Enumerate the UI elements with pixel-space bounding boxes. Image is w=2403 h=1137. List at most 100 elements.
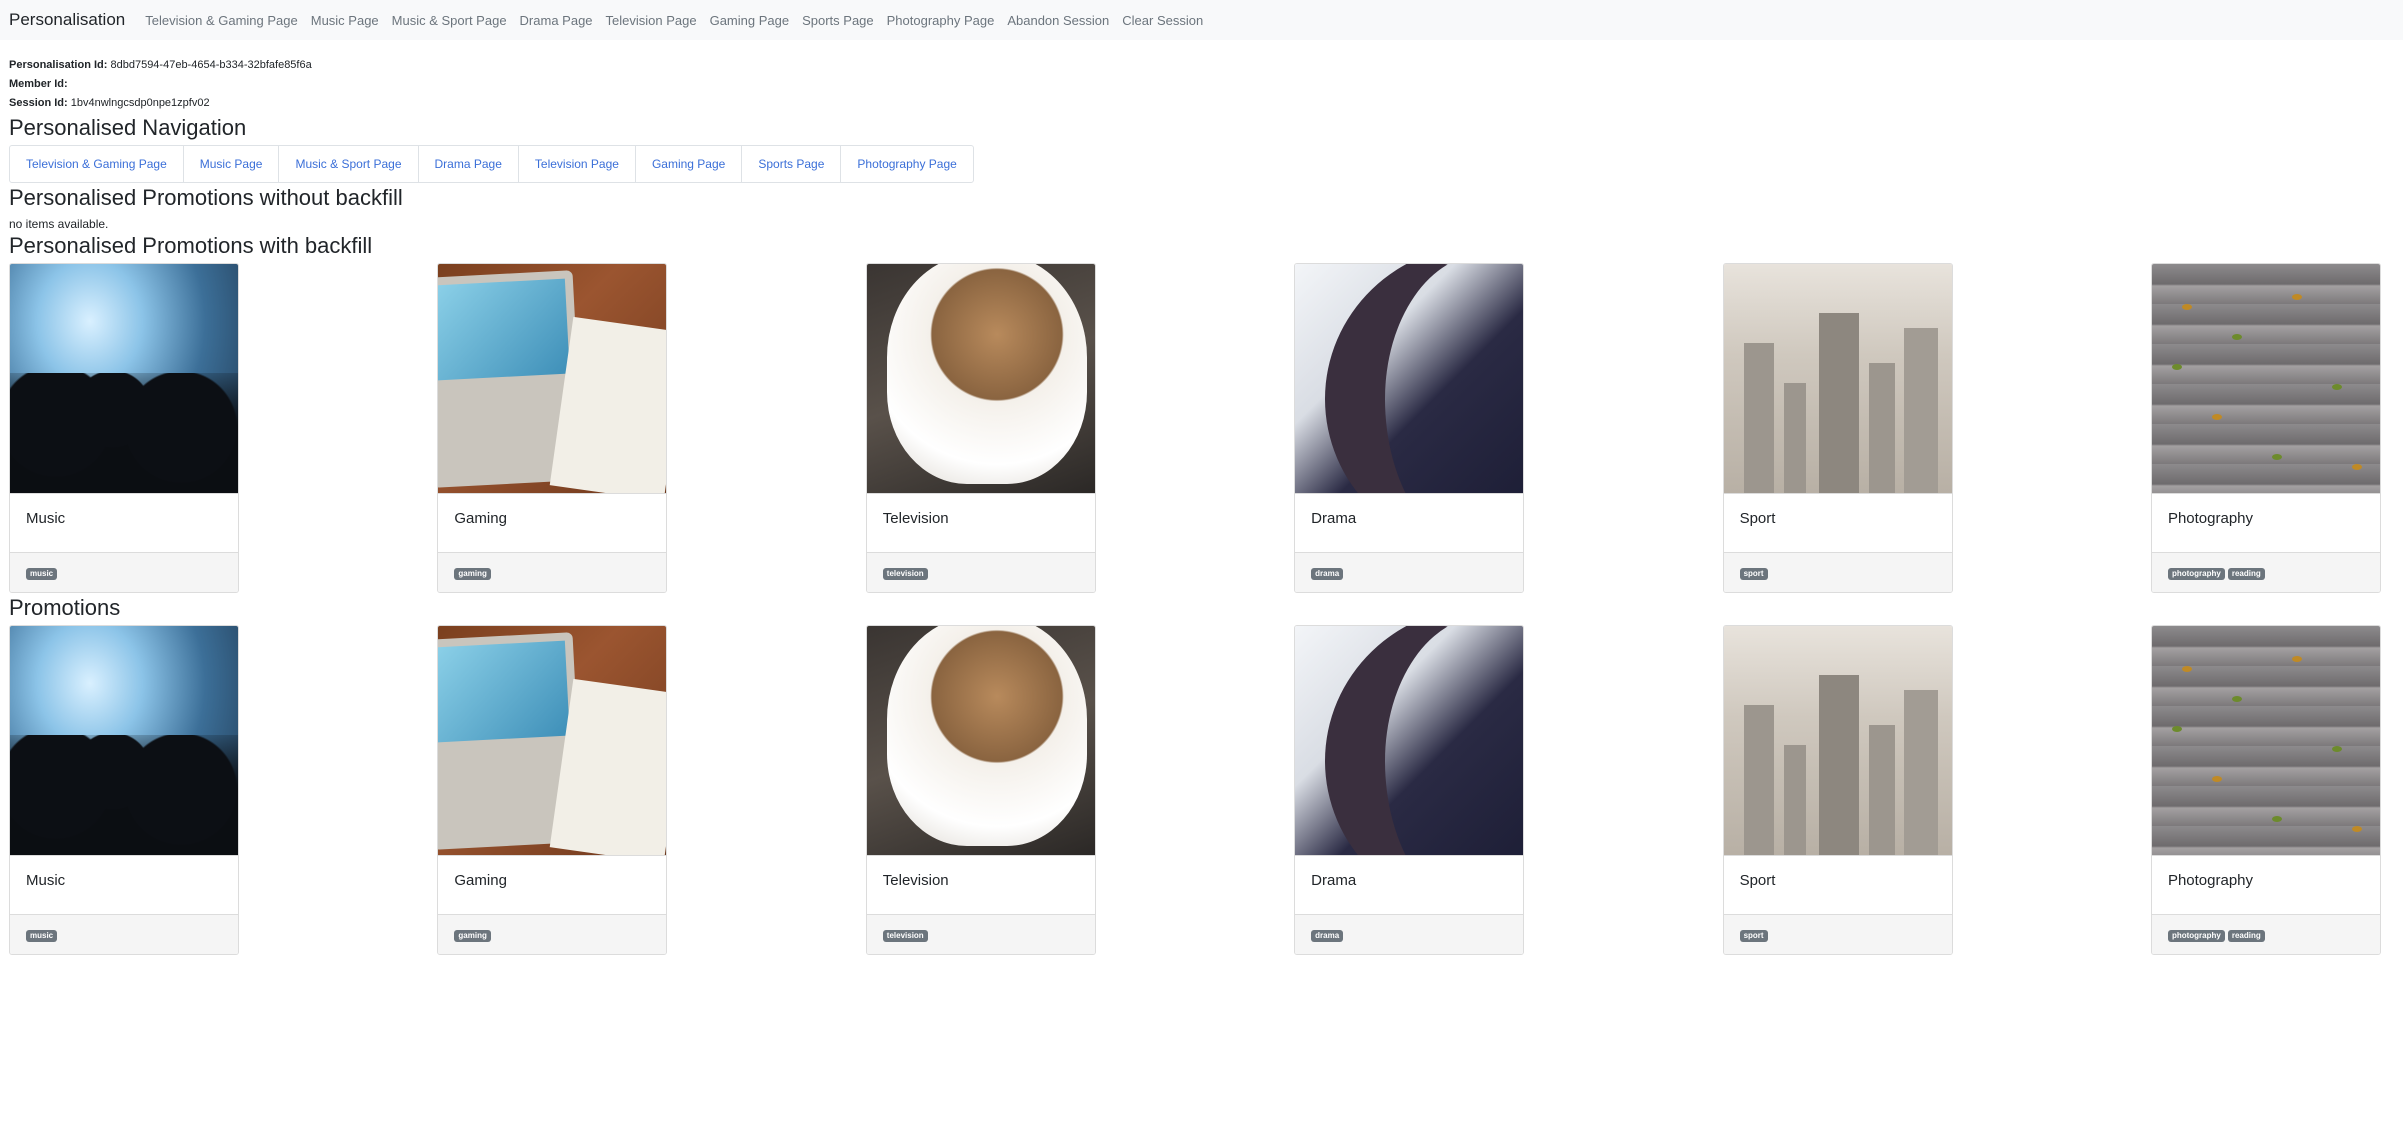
tag-badge: reading [2227, 930, 2265, 942]
promo-card-photography[interactable]: Photography photography reading [2150, 625, 2381, 955]
card-title: Photography [2151, 855, 2380, 914]
tag-badge: gaming [454, 568, 491, 580]
card-title: Sport [1723, 855, 1952, 914]
card-tags: gaming [438, 914, 667, 954]
personalisation-id-value: 8dbd7594-47eb-4654-b334-32bfafe85f6a [110, 59, 312, 71]
library-shelves-image [1295, 626, 1524, 855]
concert-crowd-image [10, 626, 238, 855]
promo-card-television[interactable]: Television television [865, 625, 1096, 955]
library-shelves-image [1295, 264, 1524, 493]
pn-link-music[interactable]: Music Page [182, 146, 279, 182]
card-title: Music [10, 855, 238, 914]
card-title: Photography [2151, 493, 2380, 552]
promotions-with-backfill-heading: Personalised Promotions with backfill [9, 233, 373, 258]
tag-badge: sport [1739, 568, 1768, 580]
nav-link-clear-session[interactable]: Clear Session [1122, 13, 1203, 28]
nav-link-music-sport[interactable]: Music & Sport Page [392, 13, 507, 28]
card-title: Television [866, 493, 1095, 552]
card-title: Gaming [438, 493, 667, 552]
bulldog-image [866, 264, 1095, 493]
card-title: Drama [1295, 855, 1524, 914]
member-id-label: Member Id: [9, 78, 68, 90]
card-tags: sport [1723, 914, 1952, 954]
pn-link-drama[interactable]: Drama Page [417, 146, 518, 182]
promo-card-photography[interactable]: Photography photography reading [2150, 263, 2381, 593]
tag-badge: drama [1311, 930, 1344, 942]
concert-crowd-image [10, 264, 238, 493]
wooden-deck-leaves-image [2151, 626, 2380, 855]
nav-link-television[interactable]: Television Page [606, 13, 697, 28]
card-tags: drama [1295, 914, 1524, 954]
promo-card-television[interactable]: Television television [865, 263, 1096, 593]
card-tags: television [866, 914, 1095, 954]
tag-badge: music [26, 568, 58, 580]
pn-link-television-gaming[interactable]: Television & Gaming Page [10, 146, 183, 182]
tag-badge: photography [2167, 568, 2225, 580]
pn-link-sports[interactable]: Sports Page [741, 146, 840, 182]
card-title: Music [10, 493, 238, 552]
nav-link-drama[interactable]: Drama Page [520, 13, 593, 28]
nav-link-television-gaming[interactable]: Television & Gaming Page [145, 13, 297, 28]
promotions-without-backfill-heading: Personalised Promotions without backfill [9, 185, 403, 210]
card-tags: gaming [438, 552, 667, 592]
session-id-row: Session Id: 1bv4nwlngcsdp0npe1zpfv02 [9, 94, 2394, 113]
card-tags: music [10, 914, 238, 954]
top-navbar: Personalisation Television & Gaming Page… [0, 0, 2403, 40]
laptop-desk-image [438, 626, 667, 855]
promo-card-music[interactable]: Music music [9, 263, 239, 593]
nav-link-abandon-session[interactable]: Abandon Session [1007, 13, 1109, 28]
tag-badge: gaming [454, 930, 491, 942]
tag-badge: television [882, 568, 928, 580]
promo-card-gaming[interactable]: Gaming gaming [437, 625, 668, 955]
pn-link-television[interactable]: Television Page [517, 146, 635, 182]
city-skyline-image [1723, 626, 1952, 855]
tag-badge: drama [1311, 568, 1344, 580]
bulldog-image [866, 626, 1095, 855]
session-info: Personalisation Id: 8dbd7594-47eb-4654-b… [9, 56, 2394, 113]
pn-link-music-sport[interactable]: Music & Sport Page [278, 146, 417, 182]
nav-link-sports[interactable]: Sports Page [802, 13, 874, 28]
nav-link-photography[interactable]: Photography Page [887, 13, 995, 28]
personalisation-id-label: Personalisation Id: [9, 59, 108, 71]
pn-link-gaming[interactable]: Gaming Page [634, 146, 741, 182]
session-id-label: Session Id: [9, 97, 68, 109]
promo-card-sport[interactable]: Sport sport [1722, 263, 1953, 593]
main-content: Personalisation Id: 8dbd7594-47eb-4654-b… [0, 56, 2403, 955]
card-title: Drama [1295, 493, 1524, 552]
member-id-row: Member Id: [9, 75, 2394, 94]
backfill-card-grid: Music music Gaming gaming Television tel… [9, 263, 2381, 593]
promo-card-drama[interactable]: Drama drama [1294, 625, 1525, 955]
card-title: Sport [1723, 493, 1952, 552]
personalisation-id-row: Personalisation Id: 8dbd7594-47eb-4654-b… [9, 56, 2394, 75]
tag-badge: sport [1739, 930, 1768, 942]
promo-card-sport[interactable]: Sport sport [1722, 625, 1953, 955]
wooden-deck-leaves-image [2151, 264, 2380, 493]
laptop-desk-image [438, 264, 667, 493]
card-tags: sport [1723, 552, 1952, 592]
pn-link-photography[interactable]: Photography Page [840, 146, 972, 182]
promo-card-music[interactable]: Music music [9, 625, 239, 955]
no-items-message: no items available. [9, 217, 109, 231]
navbar-brand[interactable]: Personalisation [9, 10, 125, 30]
nav-link-gaming[interactable]: Gaming Page [710, 13, 790, 28]
nav-link-music[interactable]: Music Page [311, 13, 379, 28]
promo-card-gaming[interactable]: Gaming gaming [437, 263, 668, 593]
card-tags: photography reading [2151, 914, 2380, 954]
promotions-heading: Promotions [9, 595, 121, 620]
tag-badge: photography [2167, 930, 2225, 942]
tag-badge: television [882, 930, 928, 942]
session-id-value: 1bv4nwlngcsdp0npe1zpfv02 [70, 97, 210, 109]
card-title: Television [866, 855, 1095, 914]
city-skyline-image [1723, 264, 1952, 493]
personalised-navigation-heading: Personalised Navigation [9, 115, 247, 140]
personalised-navigation-bar: Television & Gaming Page Music Page Musi… [9, 145, 974, 183]
promo-card-drama[interactable]: Drama drama [1294, 263, 1525, 593]
card-tags: television [866, 552, 1095, 592]
tag-badge: reading [2227, 568, 2265, 580]
card-tags: photography reading [2151, 552, 2380, 592]
card-title: Gaming [438, 855, 667, 914]
card-tags: drama [1295, 552, 1524, 592]
promotions-card-grid: Music music Gaming gaming Television tel… [9, 625, 2381, 955]
card-tags: music [10, 552, 238, 592]
tag-badge: music [26, 930, 58, 942]
